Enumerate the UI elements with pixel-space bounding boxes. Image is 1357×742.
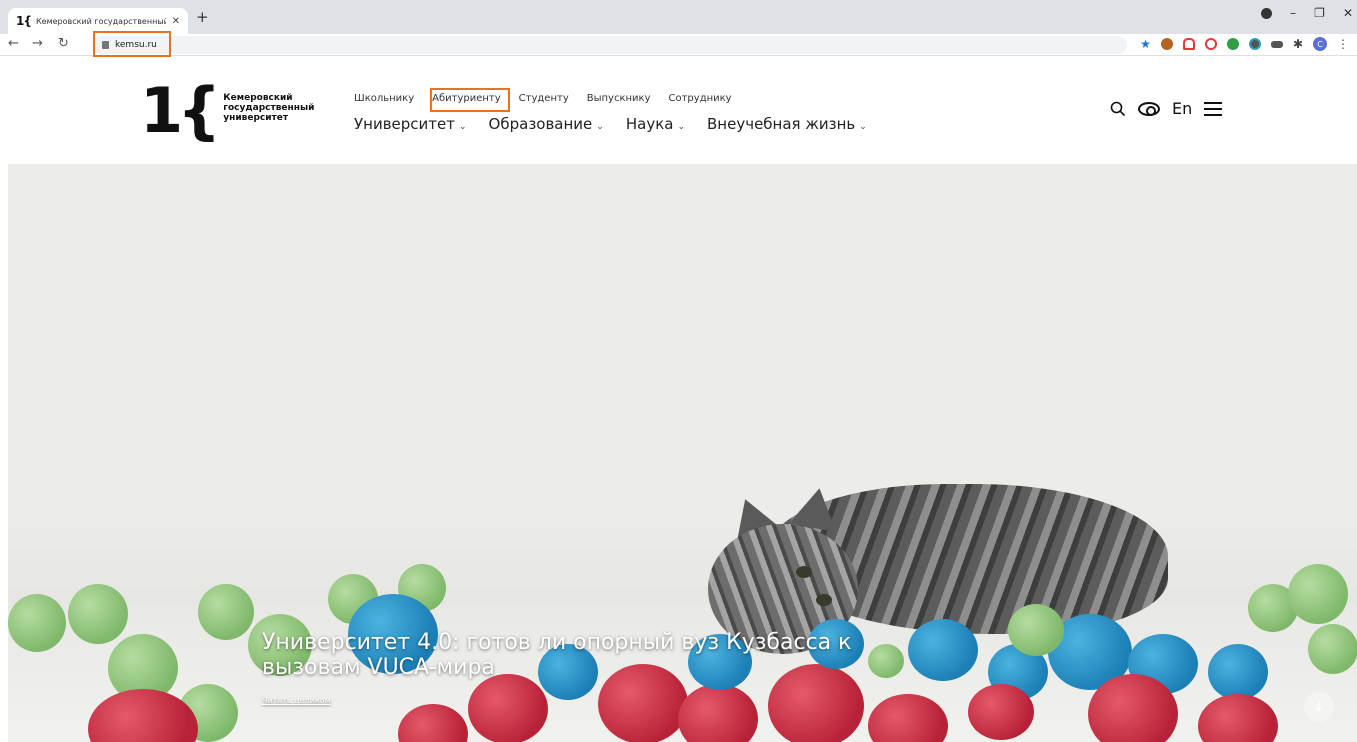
hero-headline: Университет 4.0: готов ли опорный вуз Ку… bbox=[262, 630, 852, 680]
back-icon[interactable]: ← bbox=[8, 36, 19, 51]
logo-text: Кемеровский государственный университет bbox=[223, 93, 323, 123]
hero-banner: Университет 4.0: готов ли опорный вуз Ку… bbox=[8, 164, 1357, 742]
screen: 1{ Кемеровский государственный ✕ + – ❐ ✕… bbox=[0, 0, 1357, 742]
forward-icon[interactable]: → bbox=[32, 36, 43, 51]
extension-icon[interactable] bbox=[1248, 38, 1261, 50]
new-tab-button[interactable]: + bbox=[196, 8, 209, 26]
chevron-down-icon: ⌄ bbox=[459, 122, 467, 132]
chevron-down-icon: ⌄ bbox=[677, 122, 685, 132]
nav-link-employee[interactable]: Сотруднику bbox=[669, 93, 732, 104]
puzzle-icon[interactable]: ✱ bbox=[1293, 37, 1303, 51]
main-nav: Университет ⌄ Образование ⌄ Наука ⌄ Внеучеб… bbox=[354, 115, 867, 133]
kitten-eye bbox=[816, 594, 832, 606]
logo-mark: 1{ bbox=[140, 74, 221, 147]
kitten-eye bbox=[796, 566, 812, 578]
nav-menu-label: Наука bbox=[625, 115, 674, 133]
avatar[interactable]: C bbox=[1313, 37, 1327, 51]
read-more-link[interactable]: Читать целиком bbox=[262, 696, 331, 705]
logo-line: университет bbox=[223, 113, 289, 123]
bookmark-star-icon[interactable]: ★ bbox=[1140, 38, 1151, 50]
menu-kebab-icon[interactable]: ⋮ bbox=[1337, 37, 1349, 51]
university-logo[interactable]: 1{ Кемеровский государственный университ… bbox=[140, 74, 323, 147]
restore-icon[interactable]: ❐ bbox=[1314, 6, 1325, 20]
site-header: 1{ Кемеровский государственный университ… bbox=[0, 57, 1357, 164]
nav-menu-student-life[interactable]: Внеучебная жизнь ⌄ bbox=[707, 115, 867, 133]
nav-menu-label: Образование bbox=[488, 115, 593, 133]
extension-icon[interactable] bbox=[1204, 38, 1217, 50]
accessibility-eye-icon[interactable] bbox=[1138, 101, 1160, 116]
extension-icon[interactable] bbox=[1182, 38, 1195, 50]
nav-menu-science[interactable]: Наука ⌄ bbox=[626, 115, 685, 133]
toy-ball bbox=[198, 584, 254, 640]
logo-line: государственный bbox=[223, 103, 315, 113]
toy-ball bbox=[1208, 644, 1268, 700]
extension-icon[interactable] bbox=[1226, 38, 1239, 50]
header-tools: En bbox=[1110, 99, 1223, 118]
extension-icon[interactable] bbox=[1270, 40, 1283, 48]
toy-ball bbox=[908, 619, 978, 681]
profile-icon[interactable] bbox=[1261, 7, 1273, 19]
nav-menu-education[interactable]: Образование ⌄ bbox=[489, 115, 604, 133]
chevron-down-icon: ⌄ bbox=[859, 122, 867, 132]
nav-link-student[interactable]: Студенту bbox=[519, 93, 569, 104]
browser-tab-bar: 1{ Кемеровский государственный ✕ + – ❐ ✕ bbox=[0, 0, 1357, 34]
tab-close-icon[interactable]: ✕ bbox=[172, 16, 180, 27]
tab-favicon-icon: 1{ bbox=[16, 14, 32, 28]
audience-nav: Школьнику Абитуриенту Студенту Выпускник… bbox=[354, 93, 732, 104]
toy-ball bbox=[68, 584, 128, 644]
toy-ball bbox=[1308, 624, 1357, 674]
toy-ball bbox=[1008, 604, 1064, 656]
nav-menu-label: Университет bbox=[354, 115, 455, 133]
toy-ball bbox=[468, 674, 548, 742]
nav-menu-label: Внеучебная жизнь bbox=[707, 115, 856, 133]
nav-link-graduate[interactable]: Выпускнику bbox=[587, 93, 651, 104]
nav-menu-university[interactable]: Университет ⌄ bbox=[354, 115, 467, 133]
nav-link-schoolchild[interactable]: Школьнику bbox=[354, 93, 414, 104]
address-bar[interactable]: kemsu.ru bbox=[92, 36, 1127, 54]
reload-icon[interactable]: ↻ bbox=[58, 36, 69, 51]
logo-line: Кемеровский bbox=[223, 93, 293, 103]
minimize-icon[interactable]: – bbox=[1290, 6, 1296, 20]
toy-ball bbox=[8, 594, 66, 652]
applicant-highlight-box bbox=[430, 88, 510, 112]
close-window-icon[interactable]: ✕ bbox=[1343, 6, 1353, 20]
toy-ball bbox=[1288, 564, 1348, 624]
chevron-down-icon: ⌄ bbox=[596, 122, 604, 132]
search-icon[interactable] bbox=[1110, 101, 1126, 117]
scroll-down-icon[interactable]: ↓ bbox=[1304, 692, 1334, 722]
extension-icon[interactable] bbox=[1160, 38, 1173, 50]
hamburger-menu-icon[interactable] bbox=[1204, 101, 1223, 116]
language-switch[interactable]: En bbox=[1172, 99, 1192, 118]
extensions-bar: ★ ✱ C ⋮ bbox=[1140, 37, 1349, 51]
browser-toolbar: ← → ↻ kemsu.ru ★ ✱ C ⋮ bbox=[0, 34, 1357, 56]
window-controls: – ❐ ✕ bbox=[1261, 6, 1353, 20]
tab-title: Кемеровский государственный bbox=[36, 16, 166, 26]
url-highlight-box bbox=[93, 31, 171, 57]
toy-ball bbox=[968, 684, 1034, 740]
